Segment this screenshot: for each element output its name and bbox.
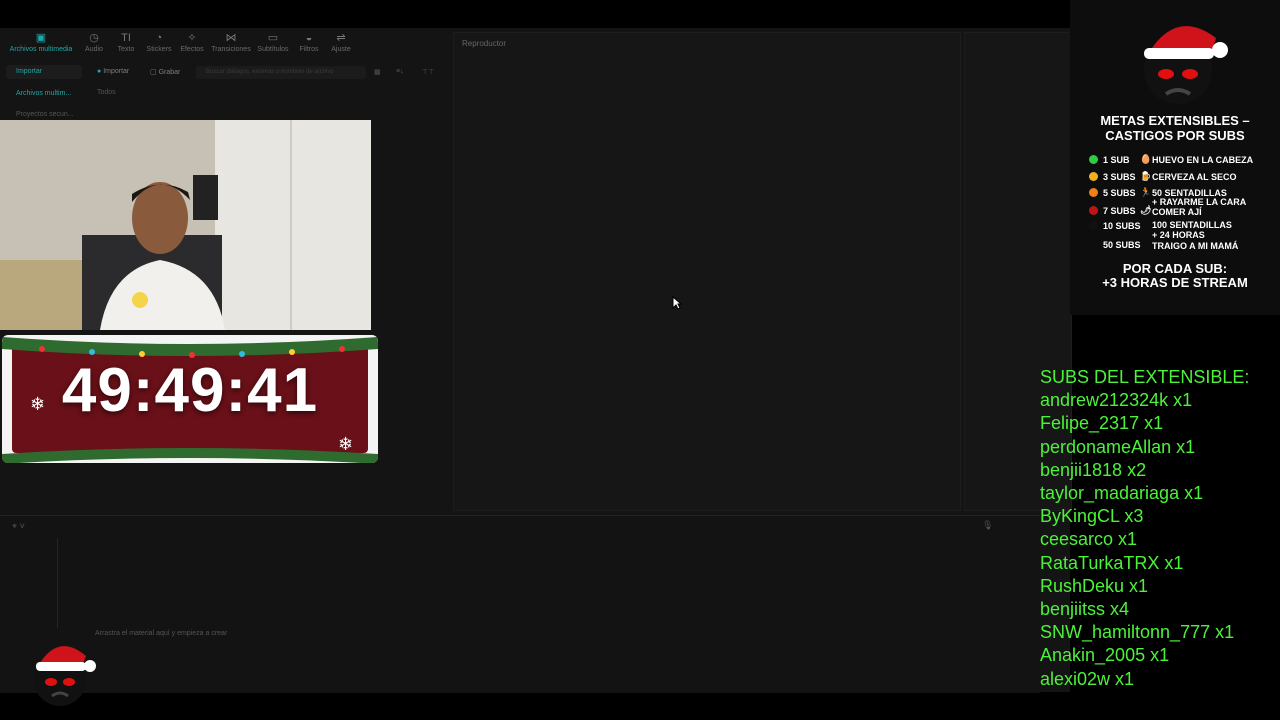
filter-icon[interactable]: ⊤⊤ [422, 68, 434, 76]
effects-icon: ✧ [187, 32, 197, 44]
goal-50-reward: TRAIGO A MI MAMÁ [1152, 241, 1239, 251]
list-item: benjii1818 x2 [1040, 459, 1147, 480]
audio-icon: ◷ [89, 32, 99, 44]
goals-footer-line2: +3 HORAS DE STREAM [1102, 275, 1248, 290]
tab-stickers[interactable]: ◔ Stickers [141, 32, 177, 53]
list-item: RataTurkaTRX x1 [1040, 552, 1184, 573]
list-item: perdonameAllan x1 [1040, 436, 1196, 457]
list-item: RushDeku x1 [1040, 575, 1149, 596]
playhead[interactable] [57, 538, 58, 628]
angry-santa-icon [1144, 26, 1228, 104]
subs-list-header: SUBS DEL EXTENSIBLE: [1040, 367, 1250, 387]
goals-footer-line1: POR CADA SUB: [1122, 261, 1228, 276]
list-item: benjiitss x4 [1040, 599, 1130, 620]
goal-7-reward: COMER AJÍ [1152, 207, 1202, 217]
subtitles-icon: ▭ [267, 32, 279, 44]
beer-icon: 🍺 [1140, 171, 1152, 181]
goals-overlay: METAS EXTENSIBLES – CASTIGOS POR SUBS 1 … [1070, 0, 1280, 315]
record-button[interactable]: ▢ Grabar [150, 68, 180, 76]
timeline-panel: ⌖ ˅ 🎙 Arrastra el material aquí y empiez… [0, 515, 1040, 693]
goals-title-line1: METAS EXTENSIBLES – [1100, 113, 1250, 128]
list-item: SNW_hamiltonn_777 x1 [1040, 622, 1235, 643]
goal-3-reward: CERVEZA AL SECO [1152, 172, 1237, 182]
transitions-icon: ⋈ [225, 32, 237, 44]
camera-icon: ▢ [150, 69, 159, 76]
runner-icon: 🏃 [1140, 187, 1152, 197]
tab-audio[interactable]: ◷ Audio [76, 32, 112, 53]
list-item: ByKingCL x3 [1040, 506, 1144, 527]
search-input[interactable]: Buscar diálogos, escenas o nombres de ar… [196, 66, 366, 79]
webcam-image [0, 120, 371, 330]
player-panel: Reproductor [453, 32, 961, 511]
countdown-timer: ❄ ❄ 49:49:41 [2, 335, 378, 463]
goal-5-reward-extra: + RAYARME LA CARA [1152, 197, 1247, 207]
chili-icon: 🌶 [1140, 205, 1152, 215]
nav-secondary-projects[interactable]: Proyectos secun... [16, 111, 74, 118]
goal-10-subs: 10 SUBS [1103, 221, 1141, 231]
mouse-cursor-icon [672, 296, 682, 310]
list-item: alexi02w x1 [1040, 668, 1135, 689]
nav-import[interactable]: Importar [6, 65, 82, 79]
goal-dot-yellow [1089, 172, 1098, 181]
filter-all[interactable]: Todos [97, 89, 116, 96]
text-icon: TI [121, 32, 131, 44]
goal-1-reward: HUEVO EN LA CABEZA [1152, 155, 1254, 165]
goal-3-subs: 3 SUBS [1103, 172, 1136, 182]
sticker-icon: ◔ [155, 32, 163, 44]
subs-list: SUBS DEL EXTENSIBLE: andrew212324k x1 Fe… [1040, 366, 1280, 691]
goal-dot-orange [1089, 188, 1098, 197]
goal-dot-black [1089, 221, 1098, 230]
nav-media-files[interactable]: Archivos multim... [16, 90, 71, 97]
tab-subtitles[interactable]: ▭ Subtítulos [255, 32, 291, 53]
pointer-tool-icon[interactable]: ⌖ ˅ [12, 521, 25, 532]
tab-media[interactable]: ▣ Archivos multimedia [5, 32, 77, 53]
goal-dot-green [1089, 155, 1098, 164]
goal-50-subs: 50 SUBS [1103, 240, 1141, 250]
media-icon: ▣ [35, 32, 47, 44]
filters-icon: ◒ [305, 32, 313, 44]
goal-10-reward: 100 SENTADILLAS [1152, 220, 1232, 230]
tab-adjust[interactable]: ⇌ Ajuste [323, 32, 359, 53]
svg-text:❄: ❄ [338, 434, 353, 454]
editor-toolbar: ▣ Archivos multimedia ◷ Audio TI Texto ◔ Sti… [0, 30, 450, 60]
microphone-icon[interactable]: 🎙 [982, 520, 993, 531]
goal-dot-red [1089, 206, 1098, 215]
timeline-hint: Arrastra el material aquí y empieza a cr… [95, 630, 228, 637]
player-label: Reproductor [462, 39, 507, 48]
timer-value: 49:49:41 [61, 356, 319, 425]
egg-icon: 🥚 [1140, 154, 1152, 164]
angry-santa-emoji-icon [34, 646, 96, 706]
grid-view-icon[interactable]: ▦ [374, 68, 381, 76]
tab-effects[interactable]: ✧ Efectos [174, 32, 210, 53]
tab-text[interactable]: TI Texto [108, 32, 144, 53]
goal-10-reward-extra: + 24 HORAS [1152, 230, 1205, 240]
list-item: Felipe_2317 x1 [1040, 413, 1164, 434]
goal-1-subs: 1 SUB [1103, 155, 1130, 165]
list-item: taylor_madariaga x1 [1040, 483, 1204, 504]
list-item: Anakin_2005 x1 [1040, 645, 1170, 666]
goal-5-subs: 5 SUBS [1103, 188, 1136, 198]
goal-7-subs: 7 SUBS [1103, 206, 1136, 216]
tab-filters[interactable]: ◒ Filtros [291, 32, 327, 53]
adjust-icon: ⇌ [336, 32, 346, 44]
sort-icon[interactable]: ≡↓ [396, 68, 404, 75]
list-item: ceesarco x1 [1040, 529, 1138, 550]
goals-title-line2: CASTIGOS POR SUBS [1105, 128, 1245, 143]
import-button[interactable]: ● Importar [97, 68, 129, 75]
list-item: andrew212324k x1 [1040, 390, 1193, 411]
webcam-feed [0, 120, 371, 330]
tab-transitions[interactable]: ⋈ Transiciones [208, 32, 254, 53]
